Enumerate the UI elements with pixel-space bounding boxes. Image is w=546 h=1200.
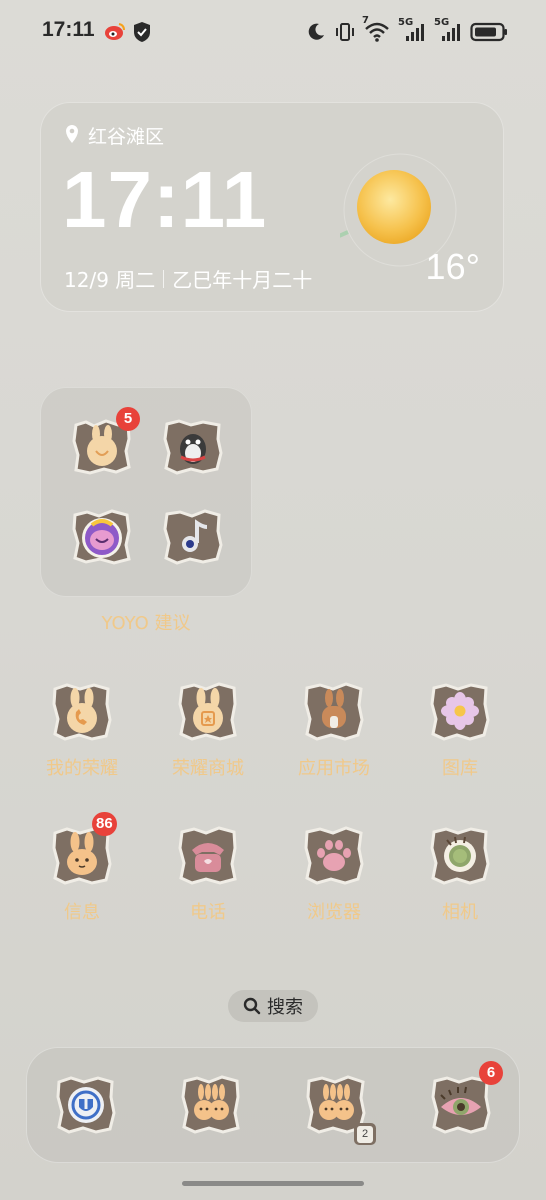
folder-app-game[interactable] <box>72 509 132 565</box>
camera-icon <box>430 827 490 885</box>
search-icon <box>243 997 261 1015</box>
search-label: 搜索 <box>267 997 303 1018</box>
music-note-icon <box>163 509 223 565</box>
moon-icon <box>308 23 324 40</box>
lunar-date: 乙巳年十月二十 <box>172 268 313 292</box>
bunny-house-icon <box>304 682 364 741</box>
app-camera[interactable]: 相机 <box>400 826 520 946</box>
game-character-icon <box>72 509 131 565</box>
twin-bunnies-icon <box>181 1075 240 1134</box>
weibo-icon <box>105 23 125 40</box>
status-bar: 17:11 7 5G 5G <box>0 0 546 62</box>
status-icons: 7 5G 5G <box>306 15 508 46</box>
qq-penguin-icon <box>163 419 223 475</box>
clone-badge-number: 2 <box>357 1125 373 1143</box>
app-label: 应用市场 <box>298 758 370 779</box>
app-browser[interactable]: 浏览器 <box>274 826 394 946</box>
wifi-badge: 7 <box>362 15 369 26</box>
temperature: 16° <box>425 246 480 287</box>
status-time: 17:11 <box>42 18 95 41</box>
notification-badge: 86 <box>92 812 117 836</box>
app-app-market[interactable]: 应用市场 <box>274 682 394 802</box>
app-folder[interactable]: 5 <box>40 387 252 597</box>
battery-icon <box>470 22 507 42</box>
signal-5g-icon: 5G <box>398 17 426 43</box>
location-pin-icon <box>66 125 78 143</box>
date-line: 12/9 周二 乙巳年十月二十 <box>64 264 312 293</box>
app-my-honor[interactable]: 我的荣耀 <box>22 682 142 802</box>
date: 12/9 周二 <box>64 268 156 292</box>
folder-app-qq[interactable] <box>163 419 223 475</box>
shield-icon <box>134 22 150 42</box>
folder-app-music[interactable] <box>163 509 223 565</box>
folder-label: YOYO 建议 <box>101 613 191 634</box>
home-indicator[interactable] <box>182 1181 364 1186</box>
app-label: 图库 <box>442 758 478 779</box>
app-label: 相机 <box>442 902 478 923</box>
app-gallery[interactable]: 图库 <box>400 682 520 802</box>
date-separator <box>163 269 165 288</box>
app-honor-mall[interactable]: 荣耀商城 <box>148 682 268 802</box>
telephone-icon <box>178 826 237 885</box>
weather-widget[interactable]: 红谷滩区 17:11 12/9 周二 乙巳年十月二十 16° <box>40 102 504 312</box>
app-label: 浏览器 <box>307 902 361 923</box>
flower-icon <box>430 683 490 741</box>
notification-badge: 5 <box>116 407 140 431</box>
app-label: 信息 <box>64 902 100 923</box>
wifi-icon: 7 <box>362 15 390 43</box>
security-shield-icon <box>56 1076 116 1134</box>
app-label: 我的荣耀 <box>46 758 118 779</box>
bunny-shop-icon <box>178 682 237 741</box>
folder-app-honor[interactable]: 5 <box>72 407 140 475</box>
clock-time: 17:11 <box>62 155 268 244</box>
app-label: 电话 <box>190 902 226 923</box>
search-button[interactable]: 搜索 <box>228 990 318 1022</box>
app-label: 荣耀商城 <box>172 758 244 779</box>
eye-icon <box>431 1076 491 1134</box>
dock-app-bunnies-clone[interactable]: 2 <box>306 1075 376 1145</box>
notification-badge: 6 <box>479 1061 503 1085</box>
dock-app-security[interactable] <box>56 1075 116 1135</box>
dock-app-bunnies[interactable] <box>181 1075 241 1135</box>
dock-app-eye[interactable]: 6 <box>431 1061 503 1135</box>
vibrate-icon <box>336 23 354 41</box>
app-messages[interactable]: 86 信息 <box>22 812 142 946</box>
signal-5g-icon-2: 5G <box>434 17 462 43</box>
clone-badge: 2 <box>354 1123 376 1145</box>
paw-icon <box>304 826 364 885</box>
app-phone[interactable]: 电话 <box>148 826 268 946</box>
weather-location: 红谷滩区 <box>88 126 165 148</box>
dock: 2 6 <box>26 1047 520 1163</box>
bunny-phone-icon <box>52 683 112 741</box>
